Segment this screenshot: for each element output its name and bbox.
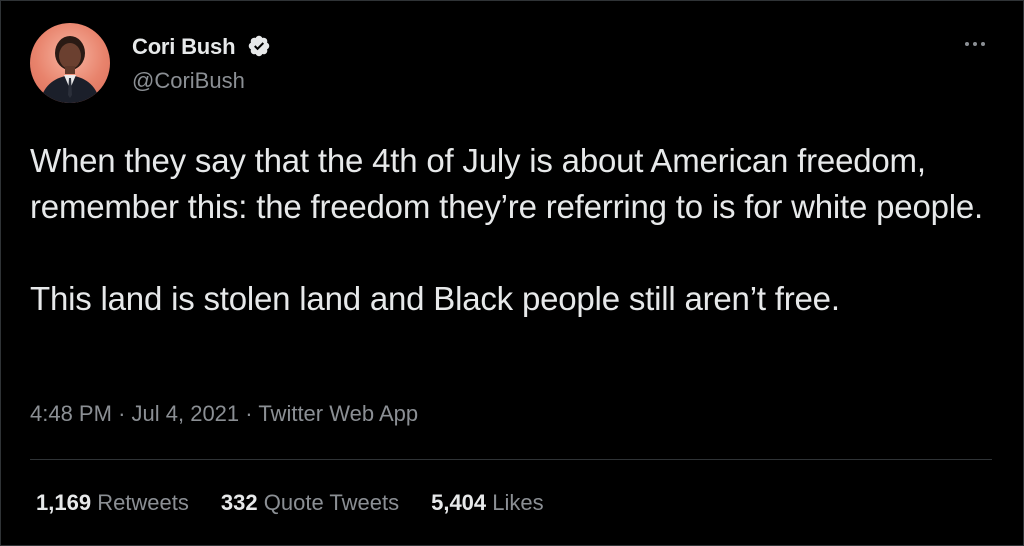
tweet-meta: 4:48 PM · Jul 4, 2021 · Twitter Web App [30,401,418,427]
tweet-time-link[interactable]: 4:48 PM · Jul 4, 2021 [30,401,239,426]
verified-badge-icon [248,35,270,57]
tweet-paragraph: When they say that the 4th of July is ab… [30,142,984,225]
separator: · [118,401,126,426]
more-horizontal-icon [965,42,969,46]
tweet-source-link[interactable]: Twitter Web App [258,401,418,426]
quote-tweets-stat[interactable]: 332 Quote Tweets [221,490,399,516]
tweet-card: Cori Bush @CoriBush When they say that t… [0,0,1024,546]
likes-stat[interactable]: 5,404 Likes [431,490,544,516]
avatar[interactable] [30,23,110,103]
more-horizontal-icon [981,42,985,46]
tweet-paragraph: This land is stolen land and Black peopl… [30,280,840,317]
likes-label: Likes [492,490,544,515]
tweet-date: Jul 4, 2021 [131,401,240,426]
tweet-stats: 1,169 Retweets 332 Quote Tweets 5,404 Li… [36,490,576,516]
retweets-count: 1,169 [36,490,92,515]
retweets-label: Retweets [97,490,189,515]
user-handle[interactable]: @CoriBush [132,68,245,94]
likes-count: 5,404 [431,490,487,515]
separator: · [245,401,253,426]
more-options-button[interactable] [959,34,991,54]
tweet-time: 4:48 PM [30,401,112,426]
display-name[interactable]: Cori Bush [132,34,236,60]
quote-tweets-count: 332 [220,490,258,515]
divider [30,459,992,460]
tweet-text: When they say that the 4th of July is ab… [30,138,1005,322]
retweets-stat[interactable]: 1,169 Retweets [36,490,189,516]
avatar-portrait-icon [40,36,100,103]
quote-tweets-label: Quote Tweets [263,490,400,515]
more-horizontal-icon [973,42,977,46]
